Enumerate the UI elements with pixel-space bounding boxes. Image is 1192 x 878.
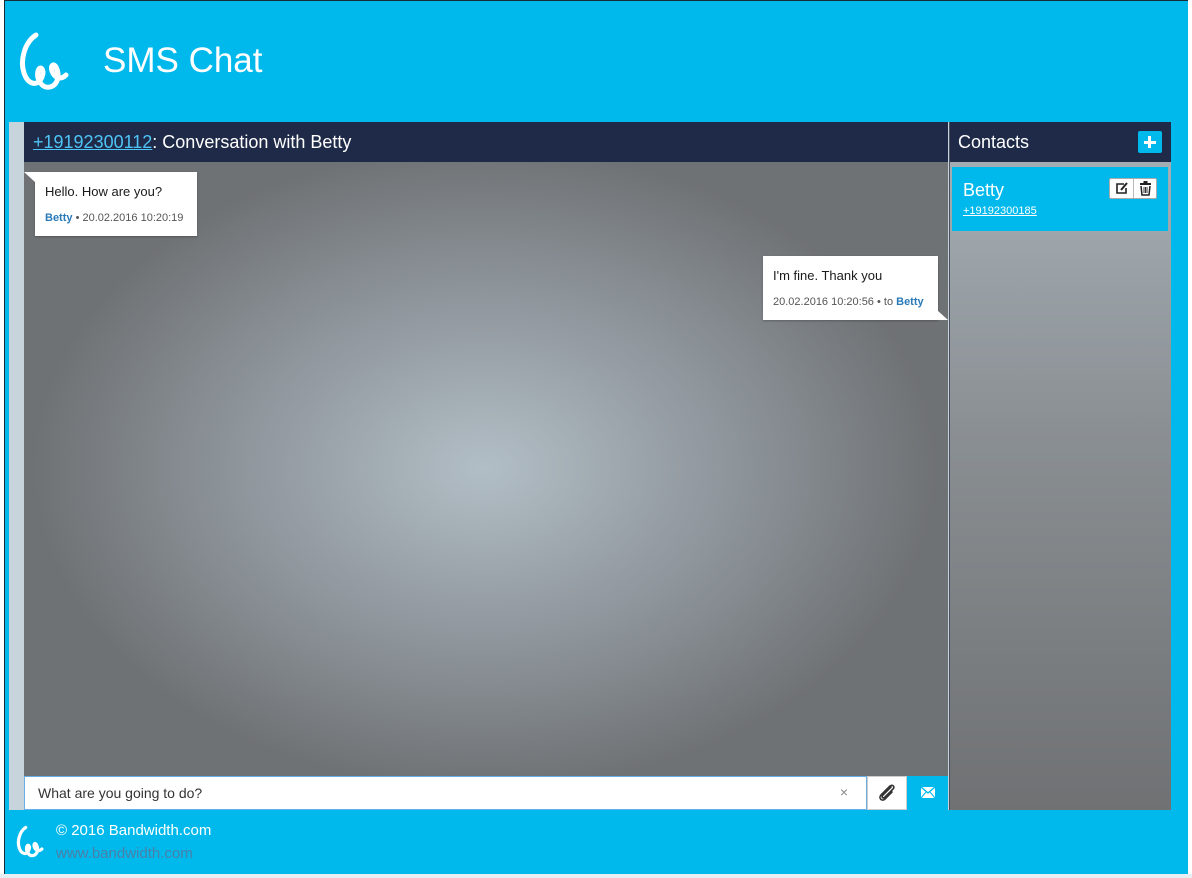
conversation-panel: +19192300112: Conversation with Betty He… xyxy=(24,122,948,810)
paperclip-icon xyxy=(879,784,895,801)
main-area: +19192300112: Conversation with Betty He… xyxy=(9,122,1171,810)
message-text: I'm fine. Thank you xyxy=(773,268,883,283)
message-text: Hello. How are you? xyxy=(45,184,163,199)
send-button[interactable] xyxy=(907,776,948,810)
incoming-message: Hello. How are you? Betty • 20.02.2016 1… xyxy=(24,172,197,236)
outgoing-message: I'm fine. Thank you 20.02.2016 10:20:56 … xyxy=(763,256,948,320)
app-footer: © 2016 Bandwidth.com www.bandwidth.com xyxy=(5,810,1189,875)
contact-item[interactable]: Betty +19192300185 xyxy=(952,167,1168,231)
contacts-header: Contacts xyxy=(950,122,1171,162)
contacts-title: Contacts xyxy=(958,132,1030,152)
contact-name: Betty xyxy=(963,180,1005,200)
bubble-tail xyxy=(24,172,35,182)
message-list[interactable]: Hello. How are you? Betty • 20.02.2016 1… xyxy=(24,162,948,776)
add-contact-button[interactable] xyxy=(1138,131,1162,153)
message-sender: Betty xyxy=(45,212,73,224)
contact-actions xyxy=(1109,178,1157,199)
app-title: SMS Chat xyxy=(103,41,263,80)
edit-icon xyxy=(1116,182,1128,194)
contacts-panel: Contacts Betty +19192300185 xyxy=(949,122,1171,810)
compose-bar: × xyxy=(24,776,948,810)
copyright-text: © 2016 Bandwidth.com xyxy=(56,822,212,839)
message-timestamp: 20.02.2016 10:20:56 • to xyxy=(773,296,897,308)
delete-contact-button[interactable] xyxy=(1134,179,1157,198)
conversation-title: : Conversation with Betty xyxy=(152,132,352,152)
contact-phone-link[interactable]: +19192300185 xyxy=(963,205,1037,217)
bubble-tail xyxy=(938,311,948,320)
message-meta: Betty • 20.02.2016 10:20:19 xyxy=(45,212,197,224)
attach-button[interactable] xyxy=(867,776,907,810)
message-meta: 20.02.2016 10:20:56 • to Betty xyxy=(773,296,938,308)
message-recipient: Betty xyxy=(896,296,924,308)
close-icon[interactable]: × xyxy=(836,784,852,800)
window-edge xyxy=(1188,0,1192,878)
app-header: SMS Chat xyxy=(5,1,1189,121)
message-timestamp: • 20.02.2016 10:20:19 xyxy=(72,212,184,224)
trash-icon xyxy=(1140,181,1151,196)
edit-contact-button[interactable] xyxy=(1110,179,1134,198)
conversation-header: +19192300112: Conversation with Betty xyxy=(24,122,948,162)
message-input[interactable] xyxy=(24,776,867,810)
app-frame: SMS Chat +19192300112: Conversation with… xyxy=(4,0,1190,875)
website-link[interactable]: www.bandwidth.com xyxy=(56,845,193,862)
bandwidth-logo-icon xyxy=(20,32,69,90)
window-edge xyxy=(0,874,1192,878)
bandwidth-logo-icon xyxy=(16,825,44,858)
conversation-phone-link[interactable]: +19192300112 xyxy=(33,132,152,152)
envelope-icon xyxy=(920,786,936,799)
